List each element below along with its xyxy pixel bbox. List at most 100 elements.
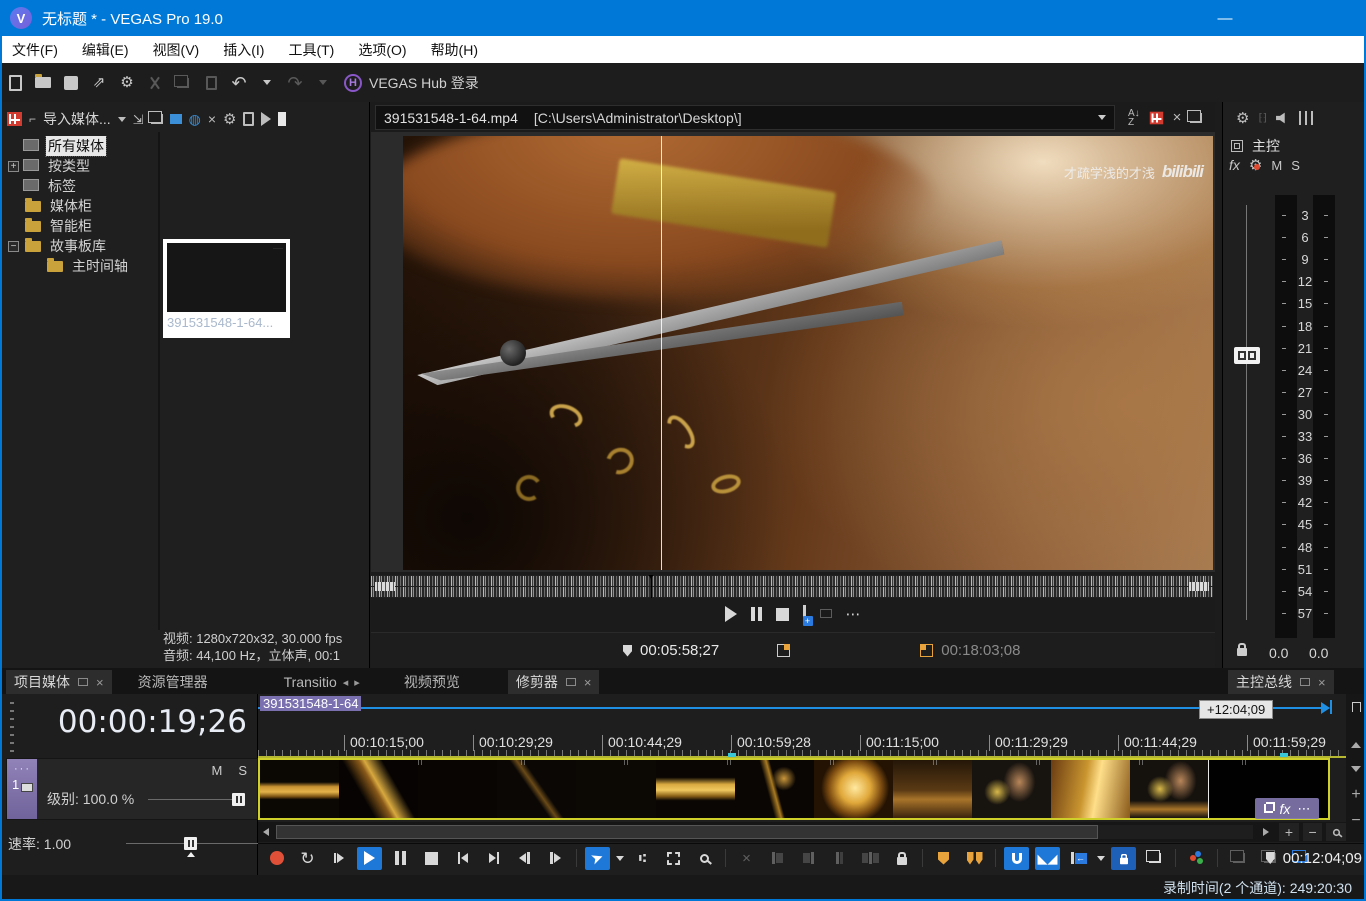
- trimmer-file-selector[interactable]: 391531548-1-64.mp4 [C:\Users\Administrat…: [375, 105, 1115, 130]
- undo-icon[interactable]: ↶: [226, 70, 252, 96]
- audio-device-icon[interactable]: [1276, 112, 1285, 124]
- media-manager-icon[interactable]: [7, 112, 22, 126]
- zoom-in-time-button[interactable]: +: [1279, 823, 1299, 841]
- media-play-icon[interactable]: [261, 112, 272, 126]
- tree-item-所有媒体[interactable]: 所有媒体: [0, 136, 158, 157]
- save-icon[interactable]: [58, 70, 84, 96]
- trimmer-pause-icon[interactable]: [750, 607, 762, 621]
- tab-trimmer[interactable]: 修剪器 ×: [507, 670, 600, 694]
- zoom-in-track-button[interactable]: +: [1346, 786, 1366, 804]
- event-fx-button[interactable]: fx: [1280, 801, 1291, 817]
- file-dropdown-icon[interactable]: [1092, 108, 1112, 127]
- audio-arrow-button[interactable]: ←: [1066, 847, 1091, 870]
- vegas-hub-icon[interactable]: H: [344, 73, 362, 92]
- timeline-vscrollbar[interactable]: + −: [1346, 694, 1366, 842]
- tree-item-智能柜[interactable]: 智能柜: [0, 216, 158, 236]
- edit-tool-button[interactable]: ➤: [585, 846, 610, 870]
- remove-media-icon[interactable]: ×: [208, 112, 216, 126]
- hscroll-track[interactable]: [275, 825, 1254, 839]
- zoom-out-track-button[interactable]: −: [1346, 812, 1366, 830]
- tool-dropdown-icon[interactable]: [616, 855, 624, 861]
- float-window-icon[interactable]: [1187, 109, 1203, 123]
- lock-envelopes-button[interactable]: [1111, 846, 1136, 870]
- tab-scroll-right-icon[interactable]: ▸: [354, 676, 360, 689]
- tab-close-icon[interactable]: ×: [96, 675, 104, 690]
- waveform-end-handle[interactable]: [1187, 580, 1211, 593]
- tree-expander-icon[interactable]: −: [8, 240, 19, 252]
- bus-automation-gear-icon[interactable]: ⚙: [1249, 158, 1262, 173]
- tab-explorer[interactable]: 资源管理器: [130, 670, 216, 694]
- waveform-start-handle[interactable]: [373, 580, 397, 593]
- peak-value-left[interactable]: 0.0: [1269, 645, 1288, 661]
- media-properties-gear-icon[interactable]: ⚙: [223, 112, 236, 127]
- envelope-tool-button[interactable]: ⑆: [630, 847, 655, 870]
- video-event[interactable]: [258, 758, 1330, 820]
- capture-video-icon[interactable]: ⇲: [133, 113, 144, 126]
- panel-drag-handle[interactable]: [10, 702, 14, 754]
- tab-window-icon[interactable]: [78, 678, 88, 686]
- project-properties-icon[interactable]: ⇗: [86, 70, 112, 96]
- track-mute-button[interactable]: M: [211, 763, 222, 778]
- selection-tool-button[interactable]: [661, 847, 686, 870]
- tree-item-标签[interactable]: 标签: [0, 176, 158, 196]
- tree-splitter[interactable]: [158, 132, 160, 630]
- trimmer-end-timecode[interactable]: 00:18:03;08: [941, 642, 1020, 659]
- peak-value-right[interactable]: 0.0: [1309, 645, 1328, 661]
- bus-mute-button[interactable]: M: [1271, 158, 1282, 173]
- insert-marker-button[interactable]: [931, 847, 956, 870]
- timeline-hscrollbar[interactable]: + −: [258, 822, 1346, 842]
- zoom-out-time-button[interactable]: −: [1302, 823, 1323, 841]
- track-grip[interactable]: ··· 1: [7, 759, 37, 819]
- trimmer-history-icon[interactable]: [1149, 111, 1163, 124]
- video-track-header[interactable]: ··· 1 M S 级别: 100.0 %: [6, 758, 258, 820]
- pause-button[interactable]: [388, 847, 413, 870]
- tree-item-按类型[interactable]: + 按类型: [0, 156, 158, 176]
- zoom-tool-transport-button[interactable]: [692, 847, 717, 870]
- menu-item[interactable]: 文件(F): [0, 36, 70, 63]
- minimize-button[interactable]: —: [1205, 0, 1245, 36]
- event-more-icon[interactable]: ⋯: [1297, 801, 1310, 817]
- record-button[interactable]: [264, 847, 289, 870]
- open-icon[interactable]: [30, 70, 56, 96]
- event-fx-overlay[interactable]: fx ⋯: [1255, 798, 1319, 819]
- track-solo-button[interactable]: S: [238, 763, 247, 778]
- marker-tool-icon[interactable]: [1346, 698, 1366, 716]
- go-to-end-button[interactable]: [481, 847, 506, 870]
- frame-count-icon[interactable]: [777, 644, 791, 657]
- new-project-icon[interactable]: [2, 70, 28, 96]
- trimmer-video-area[interactable]: 才疏学浅的才浅 bilibili: [371, 132, 1215, 572]
- scroll-right-button[interactable]: [1257, 823, 1275, 841]
- bus-fader-track[interactable]: [1246, 205, 1247, 620]
- auto-ripple-button[interactable]: ◣◢: [1035, 846, 1060, 870]
- tab-close-icon[interactable]: ×: [1318, 675, 1326, 690]
- rate-slider[interactable]: [126, 837, 258, 857]
- event-crop-icon[interactable]: [1263, 802, 1275, 813]
- scroll-left-button[interactable]: [258, 823, 274, 841]
- track-level-slider[interactable]: [148, 792, 246, 806]
- mixer-settings-gear-icon[interactable]: ⚙: [1236, 111, 1249, 126]
- tree-item-故事板库[interactable]: − 故事板库: [0, 236, 158, 256]
- tab-master-bus[interactable]: 主控总线 ×: [1228, 670, 1334, 694]
- tab-close-icon[interactable]: ×: [584, 675, 592, 690]
- scroll-down-button[interactable]: [1346, 760, 1366, 778]
- vegas-hub-login[interactable]: VEGAS Hub 登录: [369, 73, 479, 93]
- more-options-icon[interactable]: ⋯: [846, 607, 862, 622]
- media-stop-icon[interactable]: [278, 112, 287, 126]
- menu-item[interactable]: 工具(T): [276, 36, 346, 63]
- waveform-cursor[interactable]: [648, 575, 654, 598]
- tab-video-preview[interactable]: 视频预览: [396, 670, 468, 694]
- insert-region-button[interactable]: [962, 847, 987, 870]
- menu-item[interactable]: 视图(V): [141, 36, 212, 63]
- track-level-handle[interactable]: [232, 792, 246, 806]
- tab-window-icon[interactable]: [1300, 678, 1310, 686]
- menu-item[interactable]: 选项(O): [346, 36, 418, 63]
- next-frame-button[interactable]: [543, 847, 568, 870]
- meter-lock-icon[interactable]: [1237, 643, 1247, 659]
- tab-window-icon[interactable]: [565, 678, 576, 686]
- menu-item[interactable]: 编辑(E): [70, 36, 141, 63]
- tree-item-媒体柜[interactable]: 媒体柜: [0, 196, 158, 216]
- undo-dropdown-icon[interactable]: [254, 70, 280, 96]
- bus-fader-handle[interactable]: [1234, 347, 1260, 364]
- sort-az-icon[interactable]: A↓ Z: [1128, 108, 1140, 127]
- tab-transitions[interactable]: Transitio ◂ ▸: [276, 670, 368, 694]
